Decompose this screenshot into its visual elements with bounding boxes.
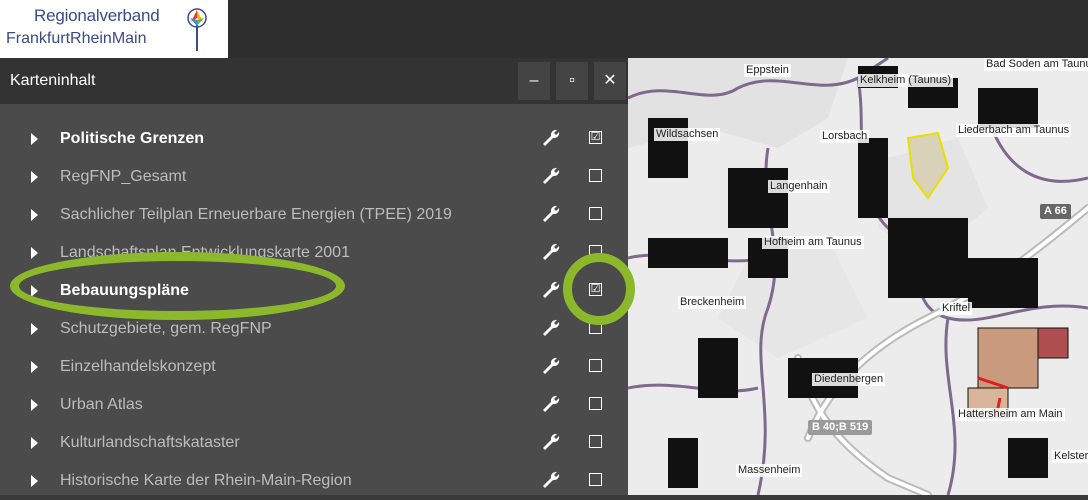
layer-checkbox[interactable] [589,169,602,182]
wrench-icon[interactable] [541,356,561,376]
layer-label[interactable]: Politische Grenzen [60,130,540,148]
map-label-langenhain: Langenhain [768,180,830,193]
expand-arrow-icon[interactable] [31,475,38,487]
layer-label[interactable]: Sachlicher Teilplan Erneuerbare Energien… [60,206,522,224]
wrench-icon[interactable] [541,166,561,186]
expand-arrow-icon[interactable] [31,361,38,373]
map-label-eppstein: Eppstein [744,64,791,77]
map-label-kelkheim: Kelkheim (Taunus) [858,74,954,87]
map-label-liederbach: Liederbach am Taunus [956,124,1072,137]
layer-label[interactable]: Bebauungspläne [60,282,540,300]
map-label-kelsterbach: Kelster [1052,450,1088,463]
map-label-massenheim: Massenheim [736,464,803,477]
wrench-icon[interactable] [541,432,561,452]
layer-row[interactable]: Urban Atlas [0,386,628,424]
wrench-icon[interactable] [541,394,561,414]
layer-checkbox[interactable] [589,473,602,486]
layer-row[interactable]: Bebauungspläne ☑ [0,272,628,310]
road-badge-b519: B 40;B 519 [808,420,873,435]
layer-row[interactable]: Historische Karte der Rhein-Main-Region [0,462,628,500]
layer-checkbox[interactable]: ☑ [589,131,602,144]
layer-row[interactable]: RegFNP_Gesamt [0,158,628,196]
layer-checkbox[interactable] [589,435,602,448]
wrench-icon[interactable] [541,470,561,490]
layer-row[interactable]: Landschaftsplan Entwicklungskarte 2001 [0,234,628,272]
map-label-lorsbach: Lorsbach [820,130,870,143]
layer-label[interactable]: RegFNP_Gesamt [60,168,540,186]
layer-list: Politische Grenzen ☑ RegFNP_Gesamt Sachl… [0,120,628,500]
panel-header[interactable]: Karteninhalt – ▫ ✕ [0,58,628,104]
map-contents-panel: Karteninhalt – ▫ ✕ Politische Grenzen ☑ … [0,58,628,495]
wrench-icon[interactable] [541,242,561,262]
logo-mark-icon [187,8,207,51]
map-label-kriftel: Kriftel [940,302,973,315]
panel-title: Karteninhalt [10,72,96,89]
map-label-diedenbergen: Diedenbergen [812,373,886,386]
layer-checkbox[interactable]: ☑ [589,283,602,296]
map-canvas[interactable]: Eppstein Bad Soden am Taunus Kelkheim (T… [628,58,1088,495]
layer-checkbox[interactable] [589,245,602,258]
maximize-button[interactable]: ▫ [556,62,588,100]
map-label-hattersheim: Hattersheim am Main [956,408,1065,421]
expand-arrow-icon[interactable] [31,399,38,411]
layer-checkbox[interactable] [589,397,602,410]
top-bar: Regionalverband FrankfurtRheinMain [0,0,1088,58]
expand-arrow-icon[interactable] [31,247,38,259]
layer-label[interactable]: Urban Atlas [60,396,540,414]
map-label-hofheim: Hofheim am Taunus [762,236,864,249]
expand-arrow-icon[interactable] [31,133,38,145]
map-label-wildsachsen: Wildsachsen [654,128,721,141]
expand-arrow-icon[interactable] [31,285,38,297]
map-label-breckenheim: Breckenheim [678,296,747,309]
layer-label[interactable]: Kulturlandschaftskataster [60,434,540,452]
map-label-bad-soden: Bad Soden am Taunus [984,58,1088,71]
road-badge-a66: A 66 [1040,204,1071,219]
wrench-icon[interactable] [541,280,561,300]
layer-row[interactable]: Politische Grenzen ☑ [0,120,628,158]
close-button[interactable]: ✕ [594,62,626,100]
layer-label[interactable]: Historische Karte der Rhein-Main-Region [60,472,540,490]
layer-checkbox[interactable] [589,321,602,334]
layer-row[interactable]: Kulturlandschaftskataster [0,424,628,462]
logo[interactable]: Regionalverband FrankfurtRheinMain [0,0,228,58]
expand-arrow-icon[interactable] [31,323,38,335]
logo-line-1: Regionalverband [34,6,160,25]
wrench-icon[interactable] [541,318,561,338]
wrench-icon[interactable] [541,204,561,224]
layer-checkbox[interactable] [589,207,602,220]
expand-arrow-icon[interactable] [31,209,38,221]
layer-row[interactable]: Einzelhandelskonzept [0,348,628,386]
wrench-icon[interactable] [541,128,561,148]
layer-checkbox[interactable] [589,359,602,372]
layer-label[interactable]: Einzelhandelskonzept [60,358,540,376]
layer-row[interactable]: Sachlicher Teilplan Erneuerbare Energien… [0,196,628,234]
expand-arrow-icon[interactable] [31,437,38,449]
layer-label[interactable]: Schutzgebiete, gem. RegFNP [60,320,540,338]
logo-line-2: FrankfurtRheinMain [6,30,147,47]
layer-label[interactable]: Landschaftsplan Entwicklungskarte 2001 [60,244,540,262]
expand-arrow-icon[interactable] [31,171,38,183]
layer-row[interactable]: Schutzgebiete, gem. RegFNP [0,310,628,348]
minimize-button[interactable]: – [518,62,550,100]
